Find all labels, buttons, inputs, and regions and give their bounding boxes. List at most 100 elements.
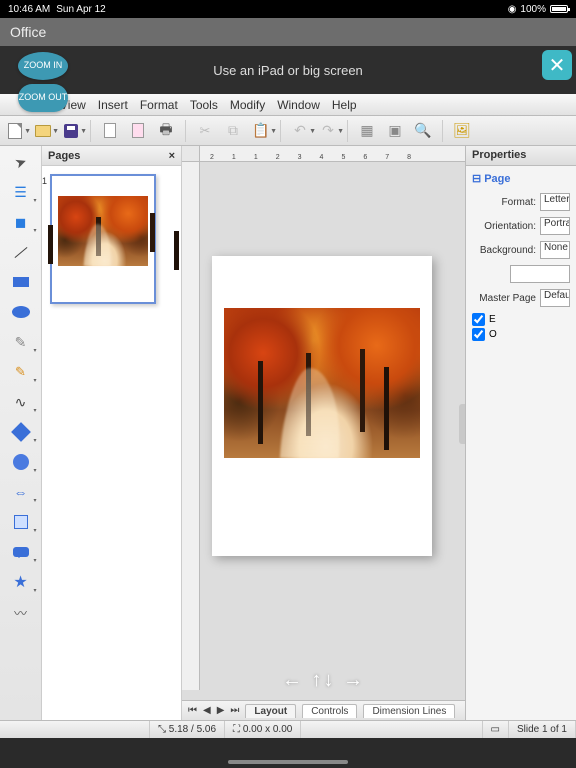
- save-button[interactable]: ▼: [60, 120, 82, 142]
- tab-dimension[interactable]: Dimension Lines: [363, 704, 455, 718]
- check-e[interactable]: [472, 313, 485, 326]
- paste-button[interactable]: 📋▼: [250, 120, 272, 142]
- print-preview-button[interactable]: [127, 120, 149, 142]
- menu-tools[interactable]: Tools: [190, 98, 218, 112]
- battery-percent: 100%: [520, 4, 546, 15]
- orientation-select[interactable]: Portrait: [540, 217, 570, 235]
- crop-button[interactable]: ▣: [384, 120, 406, 142]
- nav-next[interactable]: ▶: [217, 705, 225, 716]
- master-select[interactable]: Default: [540, 289, 570, 307]
- image-button[interactable]: 🖼: [451, 120, 473, 142]
- magnifier-icon: 🔍: [414, 122, 431, 139]
- slide-page[interactable]: [212, 256, 432, 556]
- scissors-icon: ✂: [200, 123, 211, 139]
- box3d-tool[interactable]: ▾: [7, 512, 35, 532]
- horizontal-ruler: 21 123 456 78: [200, 146, 465, 162]
- status-coords: 5.18 / 5.06: [169, 724, 216, 735]
- layers-tool[interactable]: ☰▾: [7, 182, 35, 202]
- thumb-image: [58, 196, 148, 266]
- wave-icon: 〰: [14, 603, 27, 622]
- menu-insert[interactable]: Insert: [98, 98, 128, 112]
- device-status-bar: 10:46 AM Sun Apr 12 ◉ 100%: [0, 0, 576, 18]
- layers-icon: ☰: [14, 184, 27, 201]
- grid-button[interactable]: ▦: [356, 120, 378, 142]
- layout-icon[interactable]: ▭: [491, 724, 500, 735]
- undo-icon: ↶: [294, 122, 306, 139]
- pages-close-button[interactable]: ×: [169, 150, 175, 162]
- menu-help[interactable]: Help: [332, 98, 357, 112]
- zoom-out-button[interactable]: ZOOM OUT: [18, 84, 68, 112]
- redo-button[interactable]: ↷▼: [317, 120, 339, 142]
- ellipse-tool[interactable]: [7, 302, 35, 322]
- pan-overlay-icon: ← ↑↓ →: [282, 669, 365, 692]
- right-panel-grip[interactable]: [459, 404, 465, 444]
- curve-tool[interactable]: ∿▾: [7, 392, 35, 412]
- arrow-icon: ⇔: [14, 484, 28, 500]
- pencil-tool[interactable]: ✎▾: [7, 362, 35, 382]
- format-label: Format:: [502, 197, 536, 208]
- status-icon: ⤡: [158, 724, 166, 735]
- star-tool[interactable]: ★▾: [7, 572, 35, 592]
- hint-bar: ZOOM IN ZOOM OUT Use an iPad or big scre…: [0, 46, 576, 94]
- cut-button[interactable]: ✂: [194, 120, 216, 142]
- shape-tool[interactable]: ◼▾: [7, 212, 35, 232]
- menu-window[interactable]: Window: [277, 98, 320, 112]
- new-doc-button[interactable]: ▼: [4, 120, 26, 142]
- rectangle-tool[interactable]: [7, 272, 35, 292]
- canvas-area[interactable]: 21 123 456 78 ← ↑↓ → ⏮ ◀ ▶ ⏭ Layout Cont…: [182, 146, 466, 720]
- properties-section-page[interactable]: ⊟Page: [472, 170, 570, 187]
- folder-icon: [35, 125, 51, 137]
- callout-tool[interactable]: ▾: [7, 542, 35, 562]
- format-select[interactable]: Letter: [540, 193, 570, 211]
- freeform-icon: ✎: [15, 334, 27, 351]
- star-icon: ★: [13, 572, 27, 592]
- export-pdf-button[interactable]: [99, 120, 121, 142]
- text-tool[interactable]: 〰: [7, 602, 35, 622]
- smiley-icon: [13, 454, 29, 470]
- ellipse-icon: [12, 306, 30, 318]
- tab-controls[interactable]: Controls: [302, 704, 357, 718]
- slide-image[interactable]: [224, 308, 420, 458]
- page-icon: [132, 123, 144, 138]
- image-icon: 🖼: [453, 122, 471, 139]
- orientation-label: Orientation:: [484, 221, 536, 232]
- grid-icon: ▦: [360, 122, 373, 139]
- status-slide: Slide 1 of 1: [517, 724, 567, 735]
- open-button[interactable]: ▼: [32, 120, 54, 142]
- line-tool[interactable]: [7, 242, 35, 262]
- pages-panel: Pages × 1: [42, 146, 182, 720]
- smiley-tool[interactable]: ▾: [7, 452, 35, 472]
- background-select[interactable]: None: [540, 241, 570, 259]
- nav-first[interactable]: ⏮: [188, 705, 197, 716]
- close-icon: ✕: [549, 53, 566, 78]
- shapes-icon: ◼: [15, 214, 27, 231]
- app-title-bar: Office: [0, 18, 576, 46]
- undo-button[interactable]: ↶▼: [289, 120, 311, 142]
- home-indicator[interactable]: [228, 760, 348, 764]
- arrow-tool[interactable]: ⇔▾: [7, 482, 35, 502]
- print-button[interactable]: 🖶: [155, 120, 177, 142]
- page-thumbnail[interactable]: 1: [50, 174, 156, 304]
- copy-button[interactable]: ⧉: [222, 120, 244, 142]
- check-o[interactable]: [472, 328, 485, 341]
- status-bar: ⤡ 5.18 / 5.06 ⛶ 0.00 x 0.00 ▭ Slide 1 of…: [0, 720, 576, 738]
- tab-layout[interactable]: Layout: [245, 704, 296, 718]
- document-icon: [8, 123, 22, 139]
- nav-prev[interactable]: ◀: [203, 705, 211, 716]
- close-hint-button[interactable]: ✕: [542, 50, 572, 80]
- nav-last[interactable]: ⏭: [230, 705, 239, 716]
- zoom-in-button[interactable]: ZOOM IN: [18, 52, 68, 80]
- insert-button[interactable]: [510, 265, 570, 283]
- menu-bar: View Insert Format Tools Modify Window H…: [0, 94, 576, 116]
- diamond-icon: [11, 422, 31, 442]
- zoom-button[interactable]: 🔍: [412, 120, 434, 142]
- save-icon: [64, 124, 78, 138]
- menu-modify[interactable]: Modify: [230, 98, 265, 112]
- menu-format[interactable]: Format: [140, 98, 178, 112]
- ruler-corner: [182, 146, 200, 162]
- master-label: Master Page: [479, 293, 536, 304]
- freeform-tool[interactable]: ✎▾: [7, 332, 35, 352]
- select-tool[interactable]: ➤: [7, 152, 35, 172]
- diamond-tool[interactable]: ▾: [7, 422, 35, 442]
- crop-icon: ▣: [388, 122, 401, 139]
